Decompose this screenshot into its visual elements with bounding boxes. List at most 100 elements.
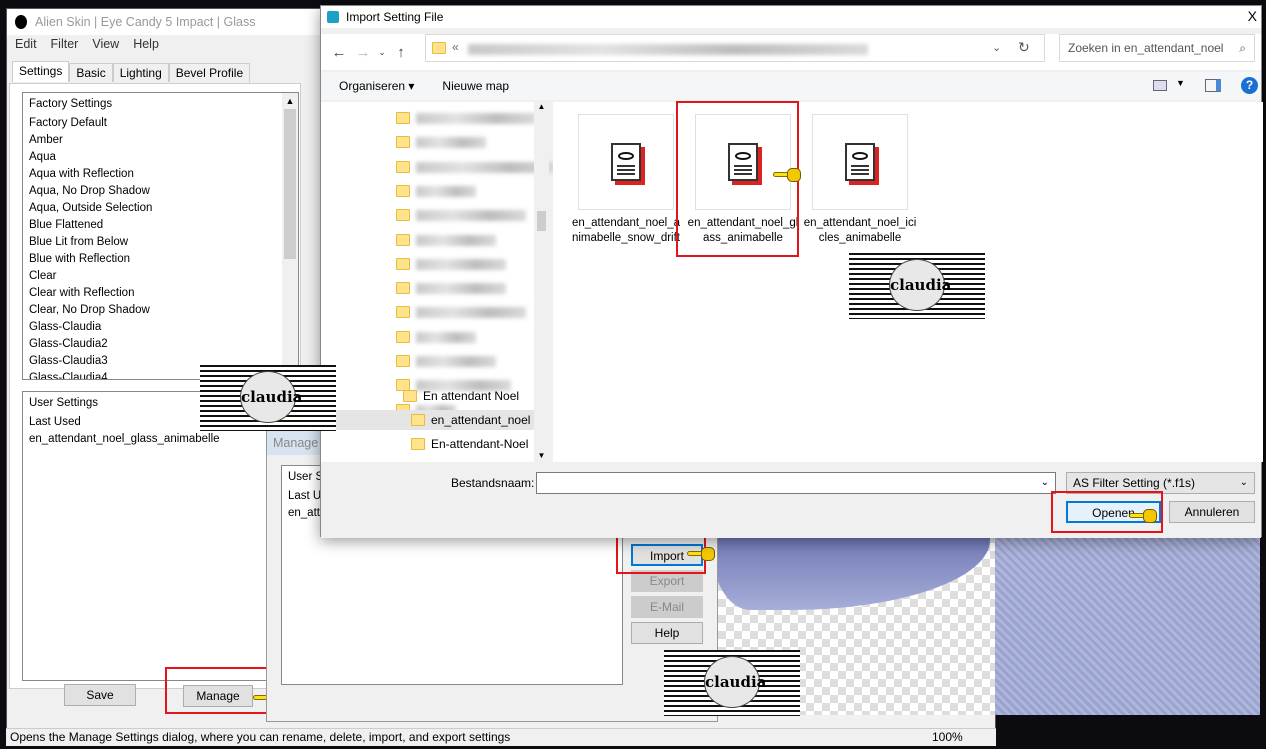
- status-bar: Opens the Manage Settings dialog, where …: [6, 728, 996, 746]
- list-item[interactable]: Glass-Claudia2: [23, 336, 298, 353]
- claudia-watermark: claudia: [849, 253, 985, 319]
- folder-icon: [396, 355, 410, 367]
- list-item[interactable]: Clear, No Drop Shadow: [23, 302, 298, 319]
- command-bar: Organiseren ▾ Nieuwe map ▼ ?: [321, 72, 1261, 100]
- address-dropdown-icon[interactable]: ⌄: [992, 41, 1001, 54]
- user-settings-list[interactable]: User Settings Last Used en_attendant_noe…: [22, 391, 269, 681]
- tab-bevel-profile[interactable]: Bevel Profile: [168, 63, 251, 82]
- back-arrow-icon[interactable]: ←: [327, 44, 351, 61]
- recent-dropdown-icon[interactable]: ⌄: [375, 47, 389, 58]
- dialog-app-icon: [327, 11, 339, 23]
- settings-file-icon: [812, 114, 908, 210]
- blurred-folder-name: [416, 356, 496, 367]
- list-item[interactable]: Glass-Claudia: [23, 319, 298, 336]
- view-options-icon[interactable]: [1153, 80, 1167, 91]
- claudia-watermark: claudia: [200, 365, 336, 431]
- list-item[interactable]: Blue Flattened: [23, 217, 298, 234]
- file-name: en_attendant_noel_animabelle_snow_drift: [571, 217, 681, 244]
- address-bar[interactable]: « ⌄ ↻: [425, 34, 1045, 62]
- list-item[interactable]: en_attendant_noel_glass_animabelle: [23, 431, 268, 448]
- tab-lighting[interactable]: Lighting: [112, 63, 169, 82]
- blurred-folder-name: [416, 258, 506, 270]
- list-item[interactable]: Clear: [23, 268, 298, 285]
- menu-bar: Edit Filter View Help: [7, 37, 159, 57]
- folder-icon: [396, 184, 410, 197]
- folder-icon: [396, 209, 410, 222]
- view-dropdown-icon[interactable]: ▼: [1176, 78, 1185, 88]
- forward-arrow-icon[interactable]: →: [351, 44, 375, 61]
- search-icon: ⌕: [1239, 41, 1246, 55]
- folder-tree[interactable]: En attendant Noel en_attendant_noel En-a…: [321, 102, 556, 462]
- folder-icon: [396, 257, 410, 270]
- pointing-hand-icon: [1129, 509, 1157, 523]
- folder-icon: [396, 160, 410, 173]
- factory-list-scrollbar[interactable]: ▲: [282, 93, 298, 379]
- folder-icon: [432, 42, 446, 54]
- dialog-title-bar: Import Setting File: [321, 6, 1261, 28]
- blurred-folder-name: [416, 234, 496, 246]
- file-name: en_attendant_noel_icicles_animabelle: [803, 217, 917, 244]
- tree-item-en-attendant-noel-2[interactable]: En-attendant-Noel: [411, 434, 528, 454]
- blurred-folder-name: [416, 113, 536, 124]
- folder-icon: [396, 306, 410, 319]
- tab-basic[interactable]: Basic: [69, 63, 113, 82]
- tab-settings[interactable]: Settings: [12, 61, 70, 82]
- folder-icon: [396, 136, 410, 149]
- list-item[interactable]: Aqua, Outside Selection: [23, 200, 298, 217]
- organize-menu[interactable]: Organiseren ▾: [339, 79, 414, 93]
- close-button[interactable]: X: [1248, 8, 1257, 24]
- file-item[interactable]: en_attendant_noel_icicles_animabelle: [801, 114, 919, 246]
- preview-glass-shape: [710, 535, 990, 610]
- new-folder-button[interactable]: Nieuwe map: [442, 79, 509, 93]
- help-icon[interactable]: ?: [1241, 77, 1258, 94]
- list-item[interactable]: Aqua with Reflection: [23, 166, 298, 183]
- search-input[interactable]: Zoeken in en_attendant_noel ⌕: [1059, 34, 1255, 62]
- folder-icon: [396, 112, 410, 124]
- menu-help[interactable]: Help: [133, 37, 159, 57]
- list-item[interactable]: Factory Default: [23, 115, 298, 132]
- window-title: Alien Skin | Eye Candy 5 Impact | Glass: [35, 15, 256, 29]
- help-button[interactable]: Help: [631, 622, 703, 644]
- list-item[interactable]: Aqua, No Drop Shadow: [23, 183, 298, 200]
- preview-pane-icon[interactable]: [1205, 79, 1221, 92]
- claudia-watermark: claudia: [664, 650, 800, 716]
- blurred-path: [468, 44, 868, 55]
- list-item[interactable]: Clear with Reflection: [23, 285, 298, 302]
- blurred-folder-name: [416, 331, 476, 343]
- preview-texture: [995, 535, 1260, 715]
- list-item[interactable]: Amber: [23, 132, 298, 149]
- list-item[interactable]: Aqua: [23, 149, 298, 166]
- tree-scrollbar[interactable]: ▲ ▼: [534, 102, 549, 462]
- file-item[interactable]: en_attendant_noel_animabelle_snow_drift: [567, 114, 685, 246]
- tree-item-en-attendant-noel[interactable]: En attendant Noel: [403, 386, 519, 406]
- tree-item-en-attendant-noel-selected[interactable]: en_attendant_noel: [321, 410, 534, 430]
- factory-settings-list[interactable]: Factory Settings Factory Default Amber Aqu…: [22, 92, 299, 380]
- blurred-folder-name: [416, 137, 486, 149]
- folder-icon: [396, 330, 410, 343]
- list-item[interactable]: Blue Lit from Below: [23, 234, 298, 251]
- folder-icon: [396, 282, 410, 295]
- pointing-hand-icon: [773, 168, 801, 182]
- menu-filter[interactable]: Filter: [51, 37, 79, 57]
- refresh-icon[interactable]: ↻: [1018, 39, 1030, 56]
- alien-skin-logo-icon: [15, 15, 27, 29]
- email-button: E-Mail: [631, 596, 703, 618]
- zoom-level: 100%: [932, 730, 963, 744]
- menu-view[interactable]: View: [92, 37, 119, 57]
- filename-input[interactable]: ⌄: [536, 472, 1056, 494]
- save-button[interactable]: Save: [64, 684, 136, 706]
- up-arrow-icon[interactable]: ↑: [389, 44, 413, 61]
- cancel-button[interactable]: Annuleren: [1169, 501, 1255, 523]
- dialog-footer: Bestandsnaam: ⌄ AS Filter Setting (*.f1s…: [321, 462, 1261, 538]
- list-item[interactable]: Blue with Reflection: [23, 251, 298, 268]
- filename-label: Bestandsnaam:: [451, 476, 535, 490]
- menu-edit[interactable]: Edit: [15, 37, 37, 57]
- search-placeholder: Zoeken in en_attendant_noel: [1068, 41, 1224, 55]
- folder-icon: [396, 233, 410, 246]
- import-setting-file-dialog: Import Setting File X ← → ⌄ ↑ « ⌄ ↻ Zoek…: [320, 5, 1263, 538]
- blurred-folder-name: [416, 283, 506, 295]
- address-prefix: «: [452, 40, 459, 54]
- blurred-folder-name: [416, 185, 476, 197]
- tab-bar: Settings Basic Lighting Bevel Profile: [12, 61, 251, 82]
- blurred-folder-name: [416, 210, 526, 222]
